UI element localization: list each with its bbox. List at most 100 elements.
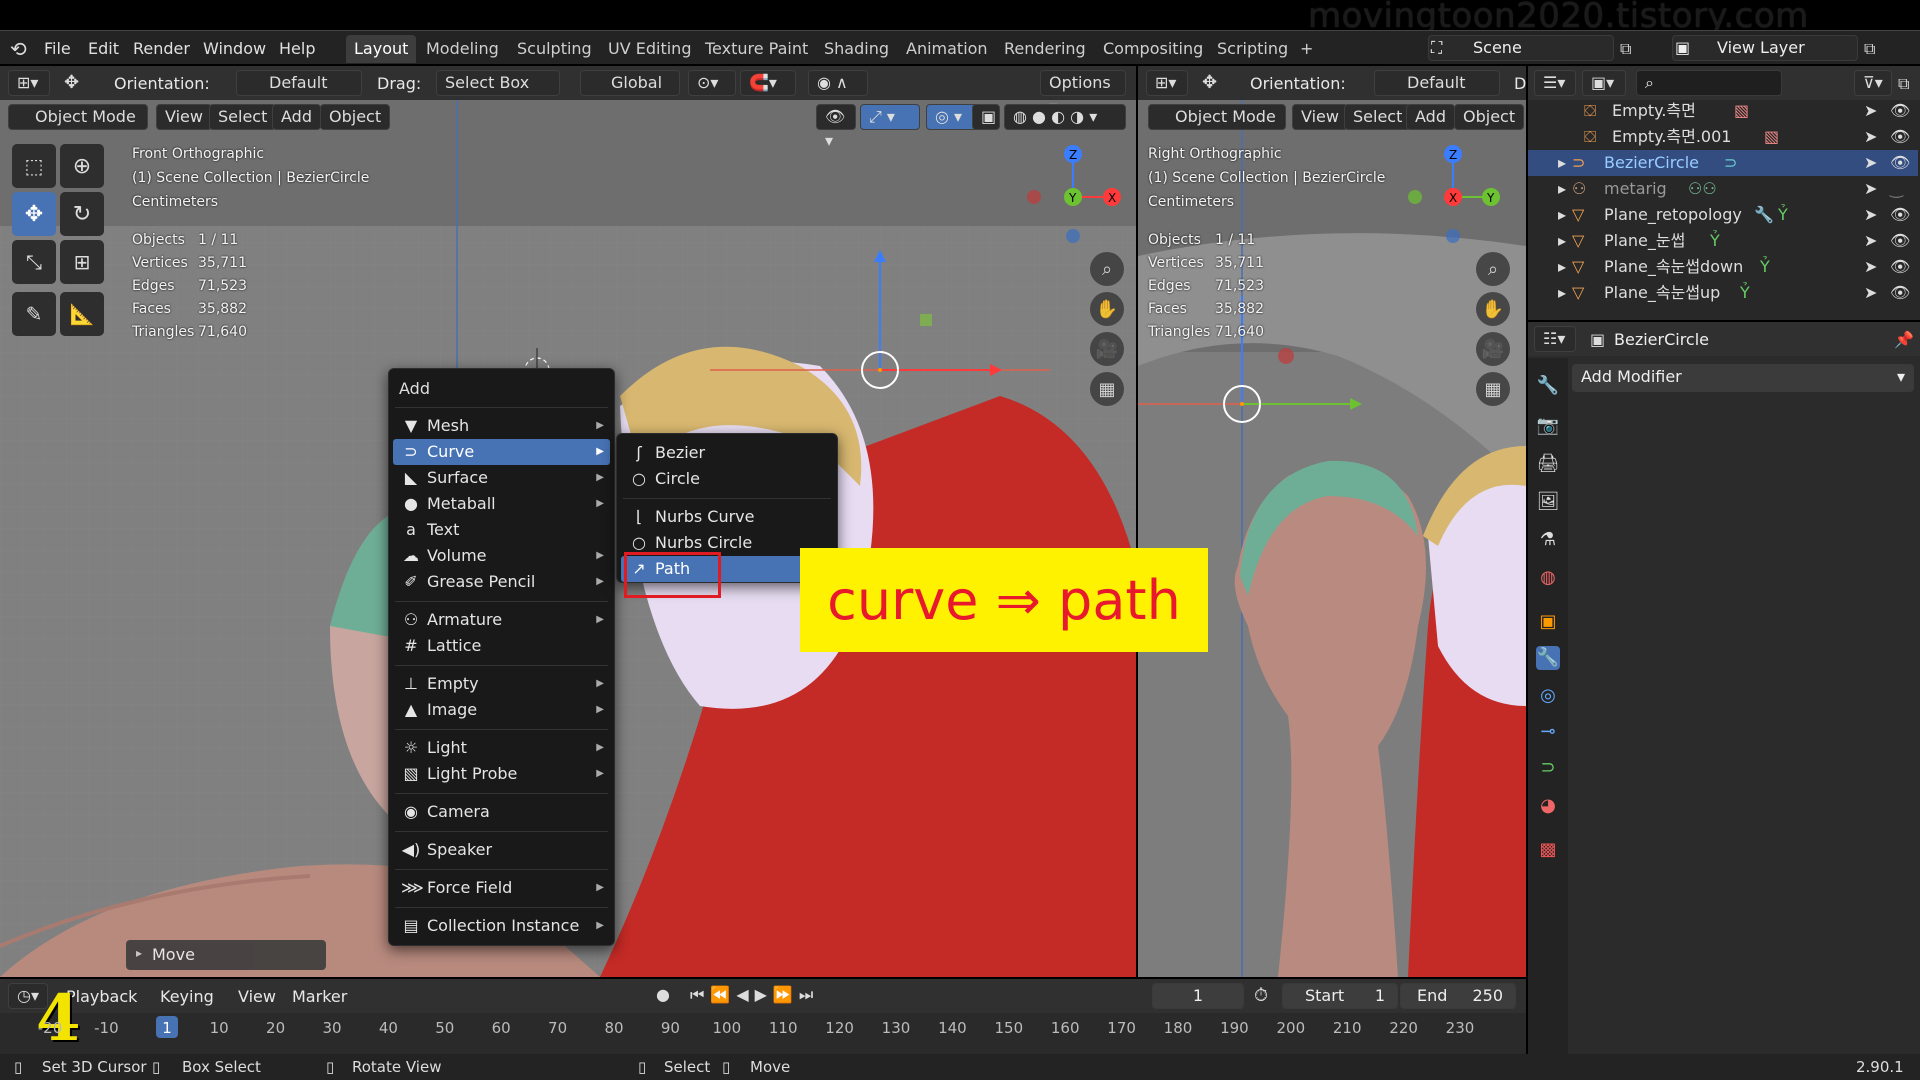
output-tab-icon[interactable]: 🖨 (1536, 452, 1560, 476)
options-dropdown[interactable]: Options ▾ (1040, 70, 1126, 116)
cursor-tool-icon[interactable]: ⊕ (60, 144, 104, 188)
start-frame-field[interactable]: Start 1 (1282, 983, 1398, 1009)
tab-layout[interactable]: Layout (346, 35, 417, 63)
add-menu[interactable]: Add (1406, 104, 1455, 130)
editor-type-icon[interactable]: ☰▾ (1534, 70, 1576, 96)
pan-hand-icon[interactable]: ✋ (1476, 292, 1510, 326)
menu-item-volume[interactable]: ☁ Volume ▶ (393, 543, 610, 569)
menu-item-collection-instance[interactable]: ▤ Collection Instance ▶ (393, 913, 610, 939)
menu-edit[interactable]: Edit (88, 39, 119, 58)
tab-scripting[interactable]: Scripting (1209, 35, 1296, 63)
orientation-dropdown[interactable]: Default (236, 70, 362, 96)
tool-tab-icon[interactable]: 🔧 (1536, 374, 1560, 398)
navigation-gizmo[interactable]: Z Y X (1405, 142, 1515, 252)
add-menu[interactable]: Add (272, 104, 321, 130)
eye-icon[interactable]: 👁 (1890, 280, 1910, 306)
pan-hand-icon[interactable]: ✋ (1090, 292, 1124, 326)
tab-animation[interactable]: Animation (898, 35, 996, 63)
select-box-tool-icon[interactable]: ⬚ (12, 144, 56, 188)
marker-menu[interactable]: Marker (292, 987, 347, 1006)
select-arrow-icon[interactable]: ➤ (1864, 202, 1877, 228)
outliner-row[interactable]: ▸ ⚇ metarig ⚇⚇ ➤ ‿ (1528, 176, 1918, 202)
eye-icon[interactable]: 👁 (1890, 98, 1910, 124)
gizmo-toggle-icon[interactable]: ⤢ ▾ (860, 104, 920, 130)
playback-controls-icon[interactable]: ⏮⏪◀▶⏩⏭ (690, 985, 819, 1005)
zoom-icon[interactable]: ⌕ (1476, 252, 1510, 286)
menu-item-force-field[interactable]: ⋙ Force Field ▶ (393, 875, 610, 901)
move-tool-icon[interactable]: ✥ (12, 192, 56, 236)
menu-item-nurbs-curve[interactable]: ⌊ Nurbs Curve (621, 504, 833, 530)
eye-icon[interactable]: 👁 (1890, 228, 1910, 254)
eye-icon[interactable]: 👁 (1890, 150, 1910, 176)
outliner-row[interactable]: ▸ ▽ Plane_retopology 🔧 Ỷ ➤ 👁 (1528, 202, 1918, 228)
menu-item-camera[interactable]: ◉ Camera (393, 799, 610, 825)
menu-help[interactable]: Help (279, 39, 315, 58)
tab-shading[interactable]: Shading (816, 35, 897, 63)
record-icon[interactable]: ● (656, 985, 670, 1004)
world-tab-icon[interactable]: ◍ (1536, 566, 1560, 590)
menu-window[interactable]: Window (203, 39, 266, 58)
view-layer-selector[interactable]: ▣ View Layer (1672, 35, 1858, 61)
eye-icon[interactable]: 👁 (1890, 254, 1910, 280)
new-scene-icon[interactable]: ⧉ (1620, 39, 1631, 59)
menu-item-mesh[interactable]: ▼ Mesh ▶ (393, 413, 610, 439)
mode-dropdown[interactable]: Object Mode (1148, 104, 1286, 130)
tab-rendering[interactable]: Rendering (996, 35, 1094, 63)
display-mode-icon[interactable]: ▣▾ (1582, 70, 1626, 96)
material-tab-icon[interactable]: ◕ (1536, 794, 1560, 818)
select-menu[interactable]: Select (1344, 104, 1412, 130)
editor-type-icon[interactable]: ☷▾ (1534, 326, 1576, 352)
visibility-icon[interactable]: 👁▾ (816, 104, 856, 150)
current-frame-field[interactable]: 1 (1152, 983, 1244, 1009)
mode-dropdown[interactable]: Object Mode (8, 104, 148, 130)
keying-menu[interactable]: Keying (160, 987, 214, 1006)
navigation-gizmo[interactable]: Z X Y (1018, 142, 1128, 252)
menu-item-circle[interactable]: ○ Circle (621, 466, 833, 492)
expand-arrow-icon[interactable]: ▸ (1558, 228, 1566, 254)
menu-item-lattice[interactable]: # Lattice (393, 633, 610, 659)
modifier-tab-icon[interactable]: 🔧 (1536, 646, 1560, 670)
ortho-grid-icon[interactable]: ▦ (1476, 372, 1510, 406)
blender-logo-icon[interactable]: ⟲ (10, 37, 27, 61)
tab-sculpting[interactable]: Sculpting (509, 35, 600, 63)
eye-hidden-icon[interactable]: ‿ (1890, 176, 1903, 202)
pivot-dropdown[interactable]: ⊙▾ (688, 70, 736, 96)
menu-item-metaball[interactable]: ● Metaball ▶ (393, 491, 610, 517)
tab-uv-editing[interactable]: UV Editing (600, 35, 699, 63)
physics-tab-icon[interactable]: ◎ (1536, 684, 1560, 708)
render-tab-icon[interactable]: 📷 (1536, 414, 1560, 438)
pin-icon[interactable]: 📌 (1894, 330, 1914, 349)
last-operator-panel[interactable]: ▸ Move (126, 940, 326, 970)
object-menu[interactable]: Object (1454, 104, 1525, 130)
camera-view-icon[interactable]: 🎥 (1090, 332, 1124, 366)
select-arrow-icon[interactable]: ➤ (1864, 150, 1877, 176)
rotate-tool-icon[interactable]: ↻ (60, 192, 104, 236)
expand-arrow-icon[interactable]: ▸ (1558, 150, 1566, 176)
zoom-icon[interactable]: ⌕ (1090, 252, 1124, 286)
menu-render[interactable]: Render (133, 39, 190, 58)
outliner-row[interactable]: ▸ ▽ Plane_속눈썹down Ỷ ➤ 👁 (1528, 254, 1918, 280)
eye-icon[interactable]: 👁 (1890, 202, 1910, 228)
editor-type-icon[interactable]: ⊞▾ (1146, 70, 1188, 96)
transform-tool-icon[interactable]: ⊞ (60, 240, 104, 284)
expand-arrow-icon[interactable]: ▸ (1558, 176, 1566, 202)
orientation-dropdown[interactable]: Default (1374, 70, 1500, 96)
scene-tab-icon[interactable]: ⚗ (1536, 528, 1560, 552)
outliner-search-input[interactable]: ⌕ (1636, 70, 1782, 96)
end-frame-field[interactable]: End 250 (1400, 983, 1516, 1009)
xray-icon[interactable]: ▣ (972, 104, 1000, 130)
shading-mode-icons[interactable]: ◍ ● ◐ ◑ ▾ (1004, 104, 1126, 130)
menu-item-speaker[interactable]: ◀) Speaker (393, 837, 610, 863)
scale-tool-icon[interactable]: ⤡ (12, 240, 56, 284)
outliner-row[interactable]: ▸ ▽ Plane_눈썹 Ỷ ➤ 👁 (1528, 228, 1918, 254)
outliner-row[interactable]: ⛋ Empty.측면.001 ▧ ➤ 👁 (1528, 124, 1918, 150)
menu-item-surface[interactable]: ◣ Surface ▶ (393, 465, 610, 491)
view-menu[interactable]: View (156, 104, 212, 130)
snap-toggle[interactable]: 🧲▾ (740, 70, 796, 96)
outliner-row[interactable]: ⛋ Empty.측면 ▧ ➤ 👁 (1528, 98, 1918, 124)
tab-modeling[interactable]: Modeling (418, 35, 507, 63)
select-arrow-icon[interactable]: ➤ (1864, 254, 1877, 280)
editor-type-icon[interactable]: ⊞▾ (8, 70, 50, 96)
constraints-tab-icon[interactable]: ⊸ (1536, 720, 1560, 744)
add-workspace-button[interactable]: + (1292, 35, 1321, 63)
